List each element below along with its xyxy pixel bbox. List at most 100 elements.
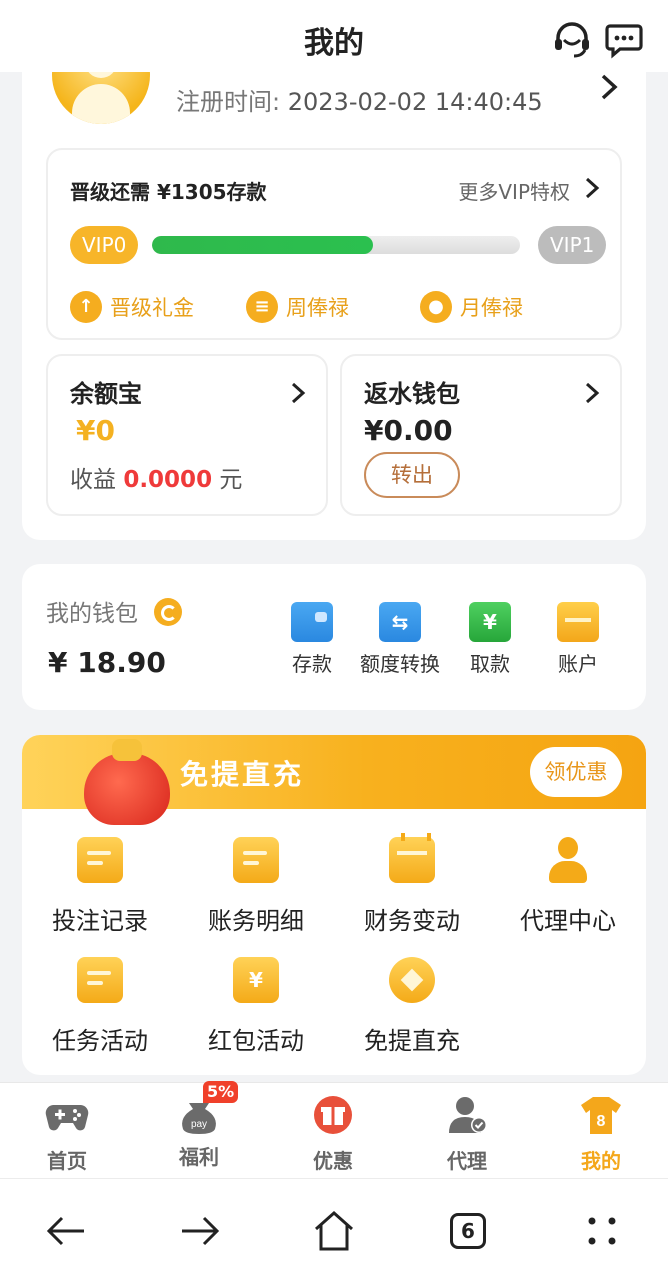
more-dots-icon[interactable] xyxy=(580,1209,624,1253)
tab-agent[interactable]: 代理 xyxy=(412,1095,522,1174)
transfer-button[interactable]: ⇆ 额度转换 xyxy=(352,602,448,677)
vip-progress-bar xyxy=(152,236,520,254)
chevron-right-icon[interactable] xyxy=(582,176,602,200)
tab-label: 福利 xyxy=(179,1145,219,1169)
perk-label: 晋级礼金 xyxy=(110,296,194,320)
chevron-right-icon[interactable] xyxy=(288,380,308,406)
yuebao-income: 收益 0.0000 元 xyxy=(70,460,242,494)
feature-grid-card: 免提直充 领优惠 投注记录 账务明细 财务变动 代理中心 任务活动 ¥ 红包活动… xyxy=(22,735,646,1075)
grid-label: 账务明细 xyxy=(208,907,304,935)
vip-next-level-badge: VIP1 xyxy=(538,226,607,264)
finance-change-icon xyxy=(389,833,435,883)
gamepad-icon xyxy=(45,1105,89,1131)
perk-weekly-salary[interactable]: ≡ 周俸禄 xyxy=(246,290,349,324)
vip-need-amount: ¥1305存款 xyxy=(156,180,267,204)
grid-item-red-packet[interactable]: ¥ 红包活动 xyxy=(178,957,334,1056)
income-value: 0.0000 xyxy=(123,467,213,493)
grid-item-account-detail[interactable]: 账务明细 xyxy=(178,837,334,936)
red-packet-icon: ¥ xyxy=(233,957,279,1003)
wallet-label: 我的钱包 xyxy=(46,601,138,627)
refresh-icon[interactable] xyxy=(154,598,182,626)
tab-label: 代理 xyxy=(447,1149,487,1173)
income-unit: 元 xyxy=(219,467,243,493)
promo-banner[interactable]: 免提直充 领优惠 xyxy=(22,735,646,825)
profile-card: 注册时间: 2023-02-02 14:40:45 晋级还需 ¥1305存款 更… xyxy=(22,72,646,540)
task-activity-icon xyxy=(77,957,123,1003)
home-icon[interactable] xyxy=(312,1209,356,1253)
pay-bag-icon: pay 5% xyxy=(177,1081,239,1135)
tab-label: 优惠 xyxy=(313,1149,353,1173)
withdraw-label: 取款 xyxy=(470,652,510,676)
grid-item-finance-change[interactable]: 财务变动 xyxy=(334,833,490,936)
yuebao-title: 余额宝 xyxy=(70,380,142,408)
transfer-out-button[interactable]: 转出 xyxy=(364,452,460,498)
grid-item-agent-center[interactable]: 代理中心 xyxy=(490,837,646,936)
tab-label: 我的 xyxy=(581,1149,621,1173)
grid-item-bet-record[interactable]: 投注记录 xyxy=(22,837,178,936)
weekly-salary-icon: ≡ xyxy=(246,291,278,323)
jersey-number: 8 xyxy=(597,1113,606,1130)
grid-label: 代理中心 xyxy=(520,907,616,935)
yuebao-amount: ¥0 xyxy=(76,414,115,447)
registration-value: 2023-02-02 14:40:45 xyxy=(287,88,543,116)
vip-current-level-badge: VIP0 xyxy=(70,226,139,264)
rebate-wallet-amount: ¥0.00 xyxy=(364,414,453,447)
jersey-icon: 8 xyxy=(581,1097,621,1134)
tab-welfare[interactable]: pay 5% 福利 xyxy=(144,1081,254,1170)
avatar[interactable] xyxy=(52,72,150,124)
wallet-deposit-icon xyxy=(291,602,333,642)
perk-label: 周俸禄 xyxy=(286,296,349,320)
forward-arrow-icon[interactable] xyxy=(178,1209,222,1253)
monthly-salary-icon: ● xyxy=(420,291,452,323)
yuebao-panel[interactable]: 余额宝 ¥0 收益 0.0000 元 xyxy=(46,354,328,516)
direct-recharge-icon xyxy=(389,957,435,1003)
my-wallet-card: 我的钱包 ¥ 18.90 存款 ⇆ 额度转换 ¥ 取款 账户 xyxy=(22,564,646,710)
tabs-count: 6 xyxy=(450,1213,486,1249)
back-arrow-icon[interactable] xyxy=(44,1209,88,1253)
account-detail-icon xyxy=(233,837,279,883)
lucky-bag-icon xyxy=(84,739,170,825)
tab-mine[interactable]: 8 我的 xyxy=(546,1095,656,1174)
wallet-balance: ¥ 18.90 xyxy=(48,646,166,679)
agent-icon xyxy=(449,1097,487,1133)
deposit-label: 存款 xyxy=(292,652,332,676)
top-bar: 我的 xyxy=(0,0,668,72)
tab-home[interactable]: 首页 xyxy=(12,1095,122,1174)
registration-label: 注册时间: xyxy=(176,88,281,116)
withdraw-button[interactable]: ¥ 取款 xyxy=(442,602,538,677)
rebate-wallet-panel[interactable]: 返水钱包 ¥0.00 转出 xyxy=(340,354,622,516)
svg-text:pay: pay xyxy=(191,1119,207,1130)
rebate-wallet-title: 返水钱包 xyxy=(364,380,460,408)
promo-title: 免提直充 xyxy=(180,758,305,791)
grid-item-direct-recharge[interactable]: 免提直充 xyxy=(334,957,490,1056)
chat-bubble-icon[interactable] xyxy=(604,20,644,60)
bet-record-icon xyxy=(77,837,123,883)
tabs-button[interactable]: 6 xyxy=(444,1209,488,1253)
vip-progress-fill xyxy=(152,236,373,254)
tab-promotions[interactable]: 优惠 xyxy=(278,1095,388,1174)
vip-upgrade-requirement: 晋级还需 ¥1305存款 xyxy=(70,176,267,205)
perk-upgrade-gift[interactable]: ↑ 晋级礼金 xyxy=(70,290,194,324)
grid-label: 财务变动 xyxy=(364,907,460,935)
claim-offer-button[interactable]: 领优惠 xyxy=(530,747,622,797)
chevron-right-icon[interactable] xyxy=(596,72,622,102)
gift-box-icon xyxy=(314,1096,352,1134)
deposit-button[interactable]: 存款 xyxy=(264,602,360,677)
income-label: 收益 xyxy=(70,467,116,493)
grid-label: 投注记录 xyxy=(52,907,148,935)
vip-more-privileges-link[interactable]: 更多VIP特权 xyxy=(458,176,570,205)
welfare-badge: 5% xyxy=(203,1081,239,1103)
grid-item-task-activity[interactable]: 任务活动 xyxy=(22,957,178,1056)
account-button[interactable]: 账户 xyxy=(530,602,626,677)
headset-icon[interactable] xyxy=(552,20,592,60)
vip-need-label: 晋级还需 xyxy=(70,180,150,204)
chevron-right-icon[interactable] xyxy=(582,380,602,406)
grid-label: 任务活动 xyxy=(52,1027,148,1055)
grid-label: 红包活动 xyxy=(208,1027,304,1055)
transfer-label: 额度转换 xyxy=(360,652,440,676)
withdraw-icon: ¥ xyxy=(469,602,511,642)
browser-nav-bar: 6 xyxy=(0,1178,668,1280)
perk-label: 月俸禄 xyxy=(460,296,523,320)
upgrade-gift-icon: ↑ xyxy=(70,291,102,323)
perk-monthly-salary[interactable]: ● 月俸禄 xyxy=(420,290,523,324)
